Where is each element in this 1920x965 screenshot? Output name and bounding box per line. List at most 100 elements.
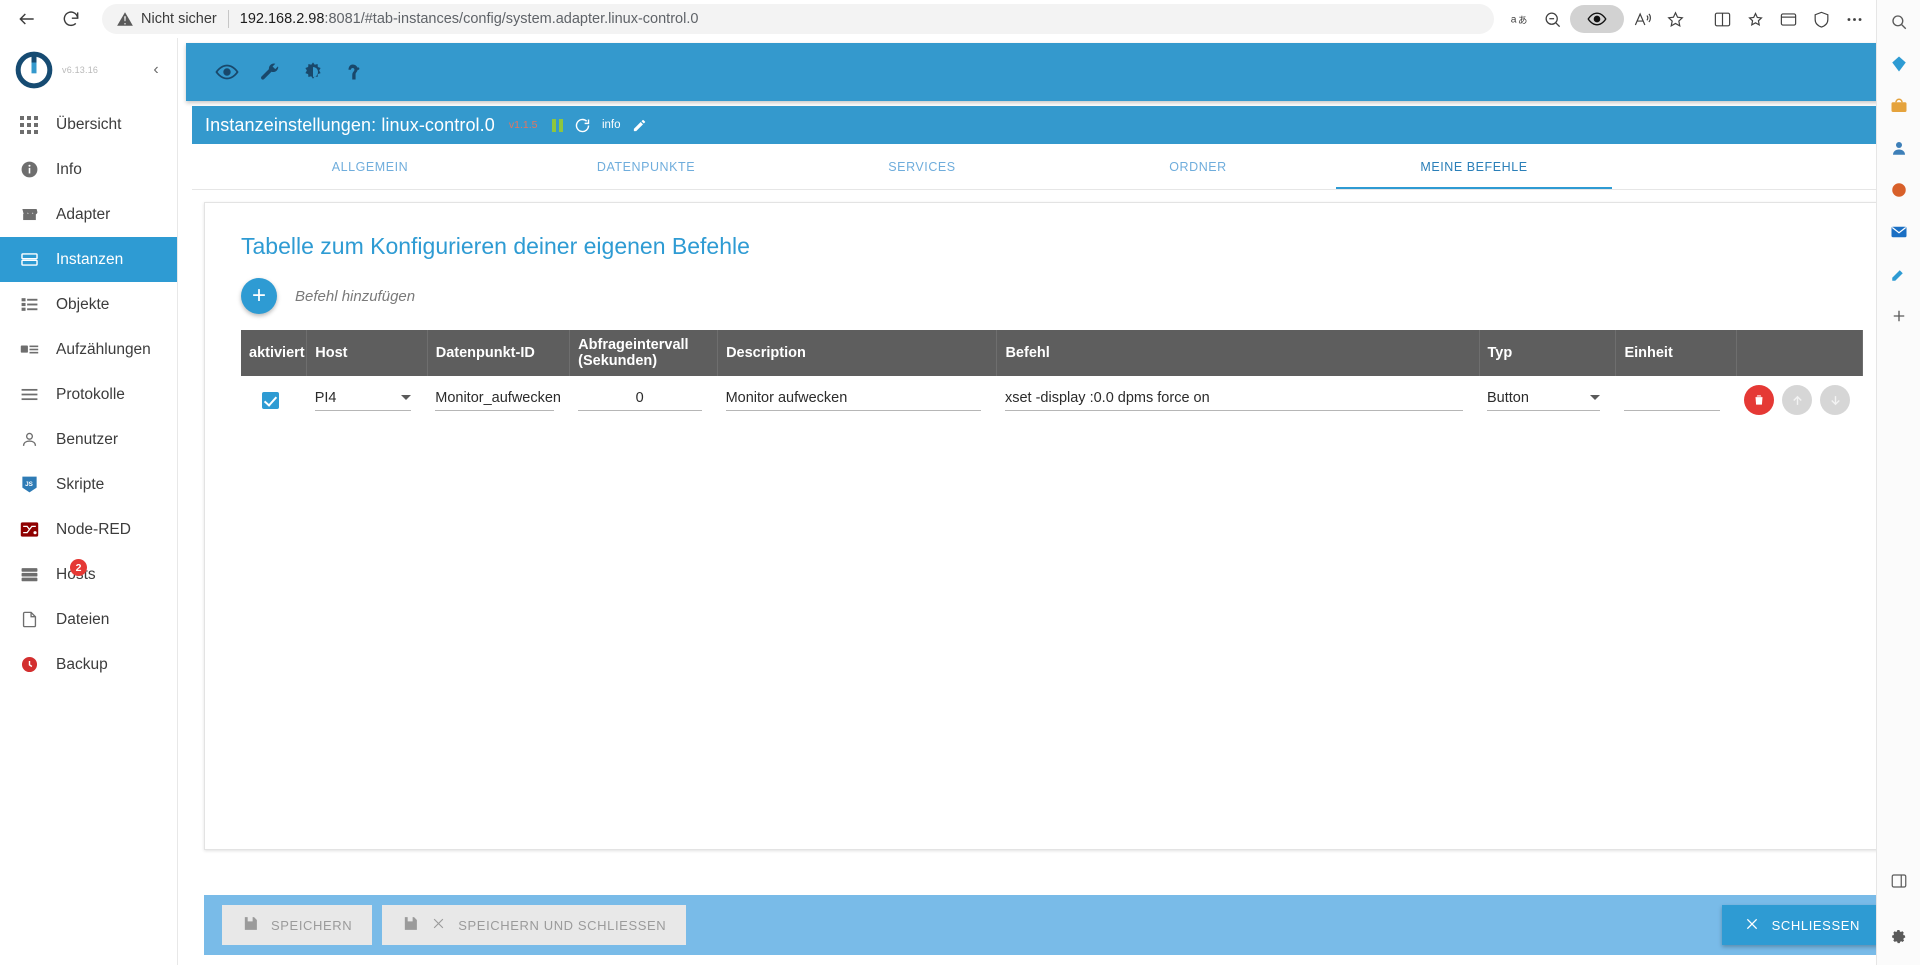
shopping-icon[interactable] (1885, 92, 1913, 120)
sidebar-item-uebersicht[interactable]: Übersicht (0, 102, 177, 147)
reload-icon[interactable] (54, 2, 88, 36)
tab-label: ALLGEMEIN (331, 159, 409, 174)
sidebar-item-label: Adapter (56, 205, 111, 223)
sidebar-item-benutzer[interactable]: Benutzer (0, 417, 177, 462)
contrast-icon[interactable] (300, 59, 326, 85)
sidebar-item-label: Instanzen (56, 250, 124, 268)
iobroker-logo-icon[interactable] (14, 50, 54, 90)
befehl-input[interactable]: xset -display :0.0 dpms force on (1004, 390, 1464, 411)
eye-icon[interactable] (214, 59, 240, 85)
collections-icon[interactable] (1740, 4, 1770, 34)
instance-settings-card: Instanzeinstellungen: linux-control.0 v1… (192, 106, 1912, 965)
host-value: PI4 (314, 389, 337, 406)
col-host: Host (306, 330, 428, 376)
sidebar-item-info[interactable]: Info (0, 147, 177, 192)
more-icon[interactable] (1839, 4, 1869, 34)
app-toolbar (186, 43, 1920, 101)
files-icon (18, 609, 40, 631)
wrench-icon[interactable] (257, 59, 283, 85)
sidebar-item-aufzaehlungen[interactable]: Aufzählungen (0, 327, 177, 372)
col-description: Description (717, 330, 998, 376)
tab-datenpunkte[interactable]: DATENPUNKTE (508, 144, 784, 189)
browser-actions: a あ (1504, 4, 1910, 34)
tab-services[interactable]: SERVICES (784, 144, 1060, 189)
settings-gear-icon[interactable] (1885, 923, 1913, 951)
sidebar-item-backup[interactable]: Backup (0, 642, 177, 687)
shield-icon[interactable] (1806, 4, 1836, 34)
browser-toolbar: Nicht sicher 192.168.2.98:8081/#tab-inst… (0, 0, 1920, 38)
tab-label: SERVICES (888, 159, 956, 174)
sidebar-item-hosts[interactable]: 2 Hosts (0, 552, 177, 597)
contacts-icon[interactable] (1885, 134, 1913, 162)
cell-typ: Button (1479, 376, 1616, 419)
cell-datenpunkt-id: Monitor_aufwecken (427, 376, 569, 419)
close-button[interactable]: SCHLIESSEN (1721, 905, 1882, 945)
search-icon[interactable] (1885, 8, 1913, 36)
typ-value: Button (1487, 389, 1529, 406)
abfrageintervall-input[interactable]: 0 (577, 389, 702, 411)
back-arrow-icon[interactable] (10, 2, 44, 36)
zoom-out-icon[interactable] (1537, 4, 1567, 34)
iobroker-sidebar: v6.13.16 ‹ Übersicht Info Adapter Instan… (0, 38, 178, 965)
sidebar-item-skripte[interactable]: JS Skripte (0, 462, 177, 507)
abfrageintervall-value: 0 (635, 389, 644, 406)
col-einheit: Einheit (1615, 330, 1737, 376)
split-screen-icon[interactable] (1707, 4, 1737, 34)
sidebar-item-node-red[interactable]: Node-RED (0, 507, 177, 552)
save-icon (242, 915, 259, 935)
chevron-left-icon[interactable]: ‹ (145, 61, 167, 79)
save-and-close-button[interactable]: SPEICHERN UND SCHLIESSEN (382, 905, 687, 945)
outlook-icon[interactable] (1885, 218, 1913, 246)
sidebar-item-dateien[interactable]: Dateien (0, 597, 177, 642)
info-icon (18, 159, 40, 181)
description-input[interactable]: Monitor aufwecken (725, 390, 981, 411)
einheit-input[interactable] (1623, 390, 1721, 411)
pause-icon[interactable] (552, 118, 563, 132)
tab-label: ORDNER (1169, 159, 1227, 174)
read-aloud-eye-icon[interactable] (1570, 5, 1624, 33)
arrow-up-icon[interactable] (1782, 385, 1813, 415)
tools-icon[interactable] (1885, 260, 1913, 288)
translate-icon[interactable]: a あ (1504, 4, 1534, 34)
delete-icon[interactable] (1744, 385, 1775, 415)
col-aktiviert: aktiviert (241, 330, 308, 376)
add-command-label[interactable]: Befehl hinzufügen (295, 288, 415, 305)
enabled-checkbox[interactable] (262, 391, 279, 409)
expert-mode-icon[interactable] (343, 59, 369, 85)
commands-panel: Tabelle zum Konfigurieren deiner eigenen… (204, 202, 1900, 850)
info-label[interactable]: info (602, 119, 621, 131)
svg-text:JS: JS (25, 481, 33, 488)
office-icon[interactable] (1885, 176, 1913, 204)
refresh-icon[interactable] (574, 117, 591, 134)
plus-icon[interactable]: + (241, 278, 277, 314)
tab-allgemein[interactable]: ALLGEMEIN (232, 144, 508, 189)
security-label: Nicht sicher (141, 11, 217, 27)
sidebar-item-protokolle[interactable]: Protokolle (0, 372, 177, 417)
arrow-down-icon[interactable] (1820, 385, 1851, 415)
add-command-row: + Befehl hinzufügen (241, 278, 1863, 314)
browser-essentials-icon[interactable] (1773, 4, 1803, 34)
save-button[interactable]: SPEICHERN (222, 905, 373, 945)
split-panel-icon[interactable] (1885, 867, 1913, 895)
typ-select[interactable]: Button (1487, 390, 1600, 411)
datenpunkt-id-input[interactable]: Monitor_aufwecken (435, 390, 561, 411)
address-bar[interactable]: Nicht sicher 192.168.2.98:8081/#tab-inst… (102, 4, 1494, 34)
immersive-reader-icon[interactable] (1627, 4, 1657, 34)
col-interval-line1: Abfrageintervall (578, 337, 689, 353)
favorite-star-icon[interactable] (1660, 4, 1690, 34)
table-header-row: aktiviert Host Datenpunkt-ID Abfrageinte… (241, 330, 1864, 376)
tab-meine-befehle[interactable]: MEINE BEFEHLE (1336, 144, 1612, 189)
cell-host: PI4 (307, 376, 428, 419)
host-select[interactable]: PI4 (314, 389, 412, 411)
save-and-close-label: SPEICHERN UND SCHLIESSEN (458, 917, 667, 933)
omnibox-divider (227, 10, 229, 28)
log-icon (18, 384, 40, 406)
pencil-icon[interactable] (632, 118, 647, 133)
tab-ordner[interactable]: ORDNER (1060, 144, 1336, 189)
sidebar-item-objekte[interactable]: Objekte (0, 282, 177, 327)
backup-icon (18, 654, 40, 676)
discover-icon[interactable] (1885, 50, 1913, 78)
sidebar-item-adapter[interactable]: Adapter (0, 192, 177, 237)
sidebar-item-instanzen[interactable]: Instanzen (0, 237, 177, 282)
add-sidebar-icon[interactable] (1885, 302, 1913, 330)
